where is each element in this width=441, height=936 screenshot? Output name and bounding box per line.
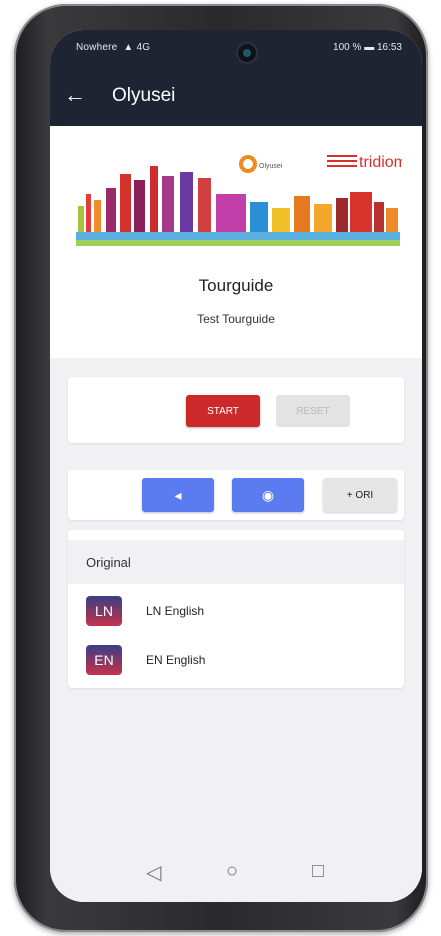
language-list-card: Original LN LN English EN EN English [68,530,404,688]
language-item-en[interactable]: EN EN English [86,643,386,677]
system-nav-bar: ◁ ○ □ [50,848,422,902]
volume-up-button[interactable]: ◉ [232,478,304,512]
volume-up-icon: ◉ [261,486,275,503]
tourguide-title: Tourguide [198,276,274,295]
clock-text: 16:53 [376,42,402,53]
signal-icon: ▲ [120,42,134,53]
playback-card: START RESET [68,377,404,443]
signal-text: 4G [136,42,151,53]
back-arrow-icon[interactable]: ← [64,84,86,106]
language-label: EN English [146,653,206,667]
nav-home-icon[interactable]: ○ [226,860,238,883]
tridiom-logo: tridiom [327,154,402,171]
status-right: 100 % ▬ 16:53 [333,42,402,53]
start-button[interactable]: START [186,395,260,427]
status-left: Nowhere ▲ 4G [76,42,150,53]
volume-down-button[interactable]: ◂ [142,478,214,512]
nav-back-icon[interactable]: ◁ [146,860,161,885]
nav-recents-icon[interactable]: □ [312,860,324,883]
carrier-text: Nowhere [76,42,118,53]
language-list-header: Original [68,540,404,584]
original-label: Original [86,555,131,570]
svg-text:Olyusei: Olyusei [259,163,283,170]
battery-text: 100 % [333,42,362,53]
phone-frame: Nowhere ▲ 4G 100 % ▬ 16:53 ← Olyusei Oly… [14,4,428,932]
language-code-badge: LN [86,596,122,626]
reset-button[interactable]: RESET [276,395,350,427]
olyusei-logo: Olyusei [239,155,283,173]
skyline-graphic [76,166,400,246]
app-bar: ← Olyusei [50,66,422,126]
front-camera [238,44,256,62]
audio-controls-card: ◂ ◉ + ORI [68,470,404,520]
volume-down-icon: ◂ [174,486,182,503]
add-original-button[interactable]: + ORI [323,478,397,512]
language-item-ln[interactable]: LN LN English [86,594,386,628]
language-code-badge: EN [86,645,122,675]
tourguide-header: Olyusei tridiom Tourguide Test Tourguide [50,126,422,358]
phone-screen: Nowhere ▲ 4G 100 % ▬ 16:53 ← Olyusei Oly… [50,30,422,902]
app-title: Olyusei [112,85,176,106]
tourguide-subtitle: Test Tourguide [197,312,275,326]
skyline-banner: Olyusei tridiom [76,154,402,246]
status-bar: Nowhere ▲ 4G 100 % ▬ 16:53 [50,30,422,66]
svg-text:tridiom: tridiom [359,154,402,171]
battery-icon: ▬ [364,42,375,53]
language-label: LN English [146,604,205,618]
